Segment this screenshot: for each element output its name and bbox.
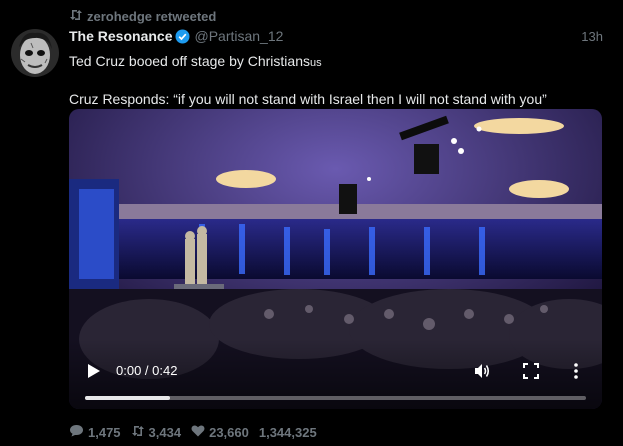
reply-action[interactable]: 1,475	[69, 424, 121, 440]
tweet-text: Ted Cruz booed off stage by Christiansus…	[69, 52, 603, 108]
play-icon[interactable]	[87, 363, 101, 379]
fullscreen-icon[interactable]	[523, 363, 539, 384]
video-progress-bar[interactable]	[85, 396, 586, 400]
like-count: 23,660	[209, 424, 249, 440]
reply-icon	[69, 424, 84, 440]
heart-icon	[191, 425, 205, 440]
verified-badge-icon	[175, 29, 190, 44]
retweet-count-icon	[131, 425, 145, 440]
views-action[interactable]: 1,344,325	[259, 425, 317, 440]
volume-icon[interactable]	[473, 362, 491, 385]
retweet-count: 3,434	[148, 424, 182, 440]
author-name[interactable]: The Resonance	[69, 28, 172, 44]
retweet-text[interactable]: zerohedge retweeted	[87, 9, 216, 24]
like-action[interactable]: 23,660	[191, 425, 249, 440]
tweet-header: The Resonance @Partisan_12 13h	[69, 28, 603, 44]
video-controls: 0:00 / 0:42	[69, 339, 602, 409]
tweet-text-line1: Ted Cruz booed off stage by Christiansus	[69, 53, 322, 69]
more-options-icon[interactable]	[573, 362, 579, 385]
retweet-action[interactable]: 3,434	[131, 424, 182, 440]
video-player[interactable]: 0:00 / 0:42	[69, 109, 602, 409]
video-time-display: 0:00 / 0:42	[116, 363, 178, 378]
timestamp[interactable]: 13h	[581, 29, 603, 44]
reply-count: 1,475	[88, 424, 121, 440]
retweet-icon	[69, 9, 83, 24]
retweet-indicator: zerohedge retweeted	[69, 9, 216, 24]
video-progress-fill	[85, 396, 171, 400]
tweet-actions: 1,475 3,434 23,660 1,344,325	[69, 424, 317, 440]
author-handle[interactable]: @Partisan_12	[194, 28, 283, 44]
avatar[interactable]	[11, 29, 59, 77]
tweet-text-line2: Cruz Responds: “if you will not stand wi…	[69, 91, 547, 107]
view-count: 1,344,325	[258, 424, 317, 440]
